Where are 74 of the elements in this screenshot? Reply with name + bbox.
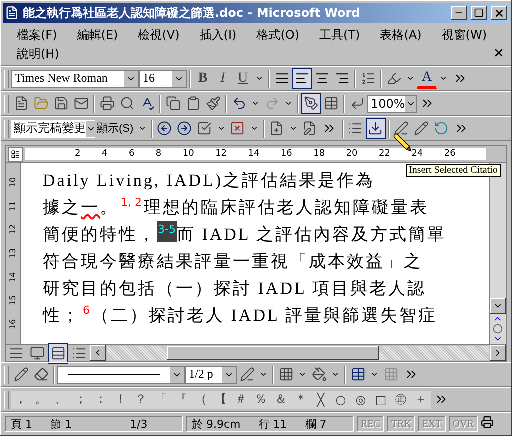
symbol-button[interactable]: ◎ — [351, 390, 371, 408]
document-text-line: Daily Living, IADL)之評估結果是作為 — [43, 170, 376, 192]
column-status: 欄 7 — [305, 416, 327, 432]
line-weight-field[interactable]: 1/2 p — [185, 366, 237, 384]
page-count-status: 1/3 — [130, 418, 148, 430]
symbol-button[interactable]: ㊣ — [391, 390, 411, 408]
line-status: 行 11 — [258, 416, 288, 432]
symbol-button[interactable]: ＊ — [291, 390, 311, 408]
document-text-line: 性；$^{6}$（二）探討老人 IADL 評量與篩選失智症 — [43, 304, 438, 327]
ruler-label: 22 — [379, 149, 390, 159]
symbol-button[interactable]: 「 — [151, 390, 171, 408]
menu-item[interactable]: 說明(H) — [9, 45, 68, 64]
window-title: 能之執行爲社區老人認知障礙之篩選.doc - Microsoft Word — [23, 4, 362, 22]
ruler-label: 16 — [280, 149, 292, 159]
show-menu-button[interactable]: 顯示(S) — [95, 118, 136, 139]
ruler-label: 10 — [182, 149, 194, 159]
ruler-label: 26 — [444, 149, 456, 159]
symbol-button[interactable]: ！ — [111, 390, 131, 408]
font-color-button[interactable]: A — [417, 68, 437, 89]
symbol-button[interactable]: 、 — [51, 390, 71, 408]
ruler-label: 12 — [216, 149, 228, 159]
symbol-button[interactable]: ○ — [331, 390, 351, 408]
ruler-label: 24 — [412, 149, 424, 159]
symbol-button[interactable]: 。 — [31, 390, 51, 408]
ruler-label: 8 — [156, 149, 162, 159]
symbol-button[interactable]: ╳ — [311, 390, 331, 408]
ruler-label: 11 — [8, 201, 18, 212]
ruler-label: 4 — [102, 149, 108, 159]
ruler-label: 15 — [8, 296, 18, 306]
symbol-button[interactable]: ： — [91, 390, 111, 408]
symbol-button[interactable]: 【 — [211, 390, 231, 408]
font-field[interactable]: Times New Roman — [11, 70, 139, 88]
menu-item[interactable]: 表格(A) — [372, 26, 430, 45]
ruler-label: 10 — [8, 178, 18, 188]
font-size-field[interactable]: 16 — [139, 70, 187, 88]
document-text-line: 符合現今醫療結果評量一重視「成本效益」之 — [43, 251, 423, 273]
ruler-label: 14 — [8, 272, 18, 282]
ruler-label: 12 — [8, 224, 18, 235]
display-field[interactable]: 顯示完稿變更 — [11, 120, 95, 138]
ruler-label: 16 — [8, 319, 18, 330]
zoom-field[interactable]: 100% — [367, 94, 417, 112]
symbol-button[interactable]: ％ — [251, 390, 271, 408]
italic-button[interactable]: I — [213, 68, 233, 89]
menu-item[interactable]: 插入(I) — [192, 26, 245, 45]
document-text-line: 研究目的包括（一）探討 IADL 項目與老人認 — [43, 278, 426, 300]
symbol-button[interactable]: ； — [71, 390, 91, 408]
section-status: 節 1 — [50, 416, 72, 432]
bold-button[interactable]: B — [193, 68, 213, 89]
ruler-label: 18 — [314, 149, 326, 159]
menu-item[interactable]: 檔案(F) — [9, 26, 66, 45]
underline-button[interactable]: U — [233, 68, 253, 89]
page-status: 頁 1 — [11, 416, 32, 432]
symbol-button[interactable]: （ — [191, 390, 211, 408]
symbol-button[interactable]: 『 — [171, 390, 191, 408]
ruler-label: 14 — [248, 149, 260, 159]
symbol-button[interactable]: ＃ — [231, 390, 251, 408]
symbol-button[interactable]: ， — [11, 390, 31, 408]
menu-item[interactable]: 檢視(V) — [130, 26, 188, 45]
symbol-button[interactable]: ＆ — [271, 390, 291, 408]
symbol-button[interactable]: □ — [371, 390, 391, 408]
symbol-button[interactable]: ？ — [131, 390, 151, 408]
menu-item[interactable]: 格式(O) — [248, 26, 308, 45]
symbol-button[interactable]: ＋ — [411, 390, 431, 408]
ruler-label: 2 — [75, 149, 81, 159]
position-status: 於 9.9cm — [192, 416, 241, 432]
document-text-line: 據之 一。$^{1, 2}$ 理想的臨床評估老人認知障礙量表 — [43, 196, 429, 219]
menu-item[interactable]: 工具(T) — [312, 26, 368, 45]
ruler-label: 20 — [346, 149, 358, 159]
menu-item[interactable]: 視窗(W) — [434, 26, 496, 45]
ruler-label: 6 — [128, 149, 135, 159]
document-text-line: 簡便的特性，$^{3-5}$而 IADL 之評估內容及方式簡單 — [43, 223, 446, 246]
ruler-label: 13 — [8, 248, 18, 259]
tooltip: Insert Selected Citatio — [406, 164, 501, 177]
menu-item[interactable]: 編輯(E) — [69, 26, 126, 45]
